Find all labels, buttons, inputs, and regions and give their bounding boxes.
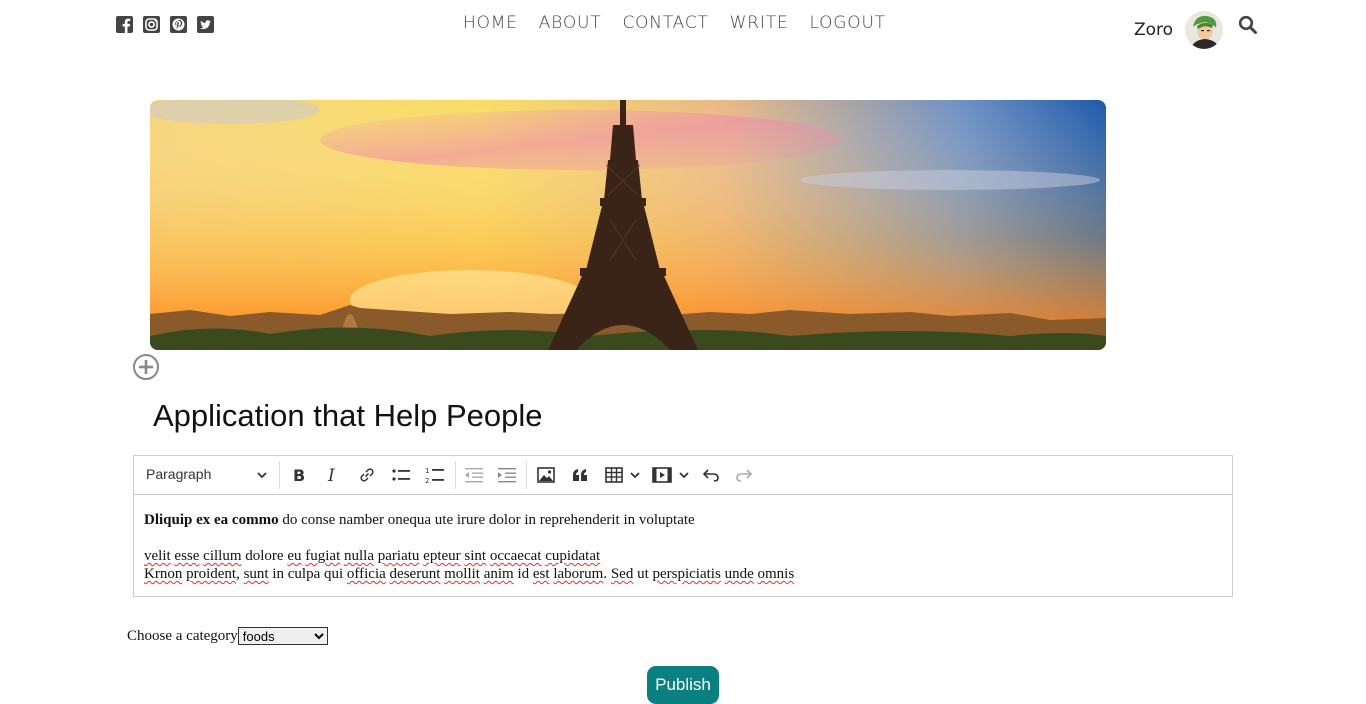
top-bar: HOME ABOUT CONTACT WRITE LOGOUT Zoro [0,0,1366,50]
svg-text:I: I [327,466,335,484]
misspelled-word: est [532,566,550,582]
misspelled-word: sunt [243,566,269,582]
main-nav: HOME ABOUT CONTACT WRITE LOGOUT [463,13,886,33]
category-select[interactable]: foods [237,627,328,645]
paragraph-text: in culpa qui [268,566,347,582]
misspelled-word: cillum [203,548,242,564]
misspelled-word: eu [287,548,302,564]
add-image-button[interactable] [133,354,159,380]
toolbar-divider [526,461,527,489]
link-icon[interactable] [356,465,378,485]
italic-icon[interactable]: I [322,465,344,485]
pinterest-icon[interactable] [170,16,187,33]
publish-button[interactable]: Publish [647,666,719,704]
paragraph-2: velit esse cillum dolore eu fugiat nulla… [144,547,1222,583]
misspelled-word: velit [144,548,171,564]
outdent-icon[interactable] [463,465,485,485]
avatar[interactable] [1185,11,1224,49]
chevron-down-icon[interactable] [673,465,695,485]
misspelled-word: epteur [423,548,461,564]
category-label: Choose a category [127,627,238,644]
misspelled-word: officia [346,566,386,582]
category-row: Choose a category foods [127,627,328,645]
svg-text:1: 1 [425,467,429,475]
search-icon[interactable] [1238,15,1258,40]
toolbar-divider [455,461,456,489]
nav-home[interactable]: HOME [463,13,518,33]
paragraph-text: dolore [241,548,288,564]
nav-about[interactable]: ABOUT [539,13,602,33]
twitter-icon[interactable] [197,16,214,33]
image-icon[interactable] [535,465,557,485]
misspelled-word: occaecat [489,548,542,564]
paragraph-text: id [513,566,533,582]
paragraph-1: Dliquip ex ea commo do conse namber oneq… [144,511,1222,529]
paragraph-text: , [236,566,244,582]
misspelled-word: omnis [757,566,795,582]
misspelled-word: perspiciatis [652,566,721,582]
misspelled-word: nulla [344,548,374,564]
undo-icon[interactable] [700,465,722,485]
svg-text:2: 2 [425,477,429,484]
nav-logout[interactable]: LOGOUT [809,13,885,33]
media-icon[interactable] [651,465,673,485]
misspelled-word: deserunt [389,566,441,582]
cover-image [150,100,1106,350]
instagram-icon[interactable] [143,16,160,33]
misspelled-word: esse [174,548,200,564]
editor-content[interactable]: Dliquip ex ea commo do conse namber oneq… [134,495,1232,599]
misspelled-word: laborum [553,566,604,582]
bold-icon[interactable]: B [288,465,310,485]
misspelled-word: proident [186,566,237,582]
chevron-down-icon[interactable] [624,465,646,485]
paragraph-text: do conse namber onequa ute irure dolor i… [278,512,695,528]
table-icon[interactable] [603,465,625,485]
paragraph-text: . [603,566,611,582]
toolbar-divider [279,461,280,489]
misspelled-word: Sed [610,566,634,582]
misspelled-word: anim [483,566,514,582]
social-links [116,16,214,33]
nav-contact[interactable]: CONTACT [622,13,708,33]
facebook-icon[interactable] [116,16,133,33]
bulleted-list-icon[interactable] [390,465,412,485]
post-title-input[interactable]: Application that Help People [153,398,542,434]
format-select[interactable]: Paragraph [146,466,211,482]
paragraph-text: ut [633,566,653,582]
misspelled-word: unde [724,566,754,582]
editor-toolbar: Paragraph B I 12 [134,456,1232,495]
blockquote-icon[interactable] [569,465,591,485]
indent-icon[interactable] [496,465,518,485]
misspelled-word: mollit [444,566,480,582]
misspelled-word: fugiat [305,548,341,564]
username: Zoro [1134,20,1174,40]
misspelled-word: pariatu [377,548,420,564]
rich-text-editor: Paragraph B I 12 Dliquip ex ea commo do … [133,455,1233,597]
redo-icon[interactable] [733,465,755,485]
chevron-down-icon[interactable] [256,468,268,486]
user-area: Zoro [1134,11,1224,49]
nav-write[interactable]: WRITE [730,13,789,33]
misspelled-word: Krnon [144,566,183,582]
svg-text:B: B [293,466,305,484]
misspelled-word: sint [464,548,487,564]
misspelled-word: cupidatat [545,548,601,564]
bold-text: Dliquip ex ea commo [144,512,279,528]
numbered-list-icon[interactable]: 12 [424,465,446,485]
